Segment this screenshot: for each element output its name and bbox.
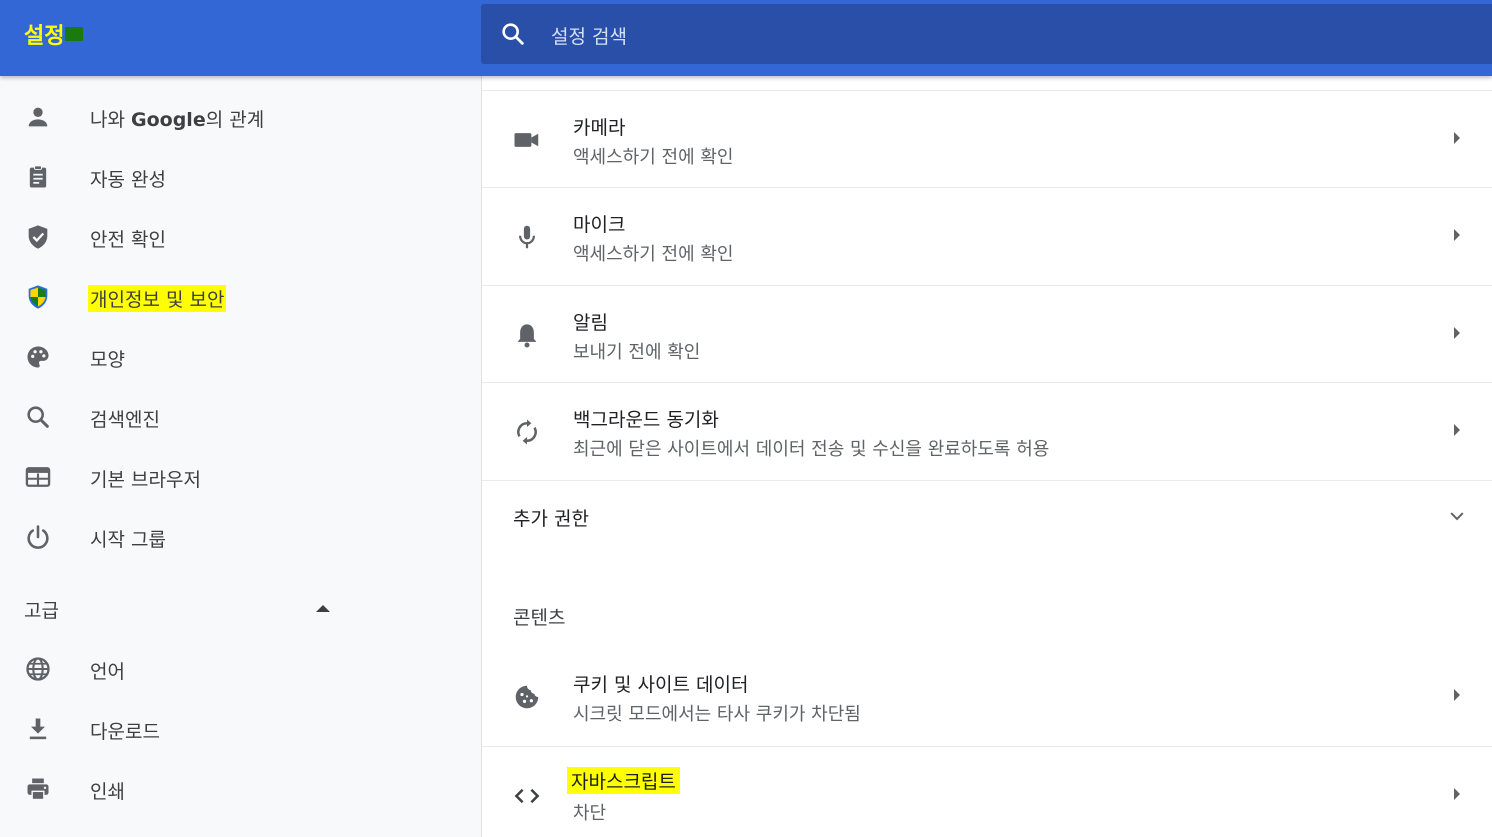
permission-row-background-sync[interactable]: 백그라운드 동기화 최근에 닫은 사이트에서 데이터 전송 및 수신을 완료하도… [482, 382, 1492, 479]
arrow-right-icon[interactable] [1454, 788, 1460, 800]
row-subtitle: 차단 [573, 803, 607, 824]
sync-icon [517, 419, 537, 445]
code-icon [514, 788, 540, 804]
row-title: 자바스크립트 [567, 767, 680, 794]
row-title: 카메라 [573, 117, 626, 139]
sidebar-item-label: 검색엔진 [90, 409, 160, 431]
sidebar-item-appearance[interactable]: 모양 [0, 329, 480, 385]
row-title: 알림 [573, 312, 608, 334]
row-title: 쿠키 및 사이트 데이터 [573, 674, 749, 696]
permission-row-notifications[interactable]: 알림 보내기 전에 확인 [482, 285, 1492, 382]
content-section-heading: 콘텐츠 [513, 607, 566, 629]
sidebar-item-label: 모양 [90, 349, 125, 371]
bell-icon [517, 324, 537, 348]
sidebar-item-you-and-google[interactable]: 나와 Google의 관계 [0, 89, 480, 145]
sidebar-item-label: 언어 [90, 661, 125, 683]
shield-check-icon [28, 225, 48, 249]
search-icon [502, 23, 524, 45]
content-row-javascript[interactable]: 자바스크립트 차단 [482, 746, 1492, 837]
extra-permissions-label: 추가 권한 [513, 508, 589, 530]
download-icon [29, 718, 47, 740]
sidebar-item-autofill[interactable]: 자동 완성 [0, 149, 480, 205]
sidebar-item-downloads[interactable]: 다운로드 [0, 701, 480, 757]
microphone-icon [519, 225, 535, 249]
row-subtitle: 시크릿 모드에서는 타사 쿠키가 차단됨 [573, 704, 861, 725]
shield-privacy-icon [28, 285, 48, 309]
cookie-icon [515, 685, 539, 709]
arrow-right-icon[interactable] [1454, 424, 1460, 436]
sidebar-item-safety-check[interactable]: 안전 확인 [0, 209, 480, 265]
search-input[interactable]: 설정 검색 [481, 4, 1492, 64]
row-title: 백그라운드 동기화 [573, 409, 719, 431]
person-icon [28, 107, 48, 127]
arrow-right-icon[interactable] [1454, 327, 1460, 339]
camera-icon [514, 133, 539, 147]
row-subtitle: 액세스하기 전에 확인 [573, 244, 734, 265]
sidebar-item-languages[interactable]: 언어 [0, 641, 480, 697]
arrow-right-icon[interactable] [1454, 229, 1460, 241]
sidebar-item-label: 기본 브라우저 [90, 469, 201, 491]
app-header: 설정 설정 검색 [0, 0, 1492, 76]
page-title-text: 설정 [24, 24, 65, 49]
sidebar-item-search-engine[interactable]: 검색엔진 [0, 389, 480, 445]
permission-row-microphone[interactable]: 마이크 액세스하기 전에 확인 [482, 187, 1492, 284]
content-row-cookies[interactable]: 쿠키 및 사이트 데이터 시크릿 모드에서는 타사 쿠키가 차단됨 [482, 648, 1492, 745]
sidebar-item-label: 안전 확인 [90, 229, 166, 251]
arrow-right-icon[interactable] [1454, 689, 1460, 701]
sidebar-item-on-startup[interactable]: 시작 그룹 [0, 509, 480, 565]
printer-icon [27, 778, 49, 801]
chevron-down-icon[interactable] [1447, 506, 1467, 526]
sidebar-item-label: 자동 완성 [90, 169, 166, 191]
row-subtitle: 액세스하기 전에 확인 [573, 147, 734, 168]
extra-permissions-row[interactable] [482, 480, 1492, 578]
sidebar-item-label: 인쇄 [90, 781, 125, 803]
browser-icon [25, 467, 51, 487]
power-icon [27, 525, 49, 549]
search-placeholder: 설정 검색 [551, 26, 627, 48]
page-title: 설정 [24, 20, 84, 49]
search-icon [27, 406, 49, 428]
globe-icon [26, 657, 50, 681]
sidebar-item-label: 다운로드 [90, 721, 160, 743]
sidebar: 나와 Google의 관계 자동 완성 안전 확인 개인정보 및 보안 모양 검… [0, 76, 480, 837]
row-title: 마이크 [573, 214, 626, 236]
row-subtitle: 보내기 전에 확인 [573, 342, 701, 363]
palette-icon [27, 346, 49, 368]
sidebar-item-label: 나와 Google의 관계 [90, 109, 265, 131]
advanced-section-label: 고급 [24, 600, 59, 622]
arrow-right-icon[interactable] [1454, 132, 1460, 144]
title-marker [65, 27, 84, 41]
sidebar-item-privacy-security[interactable]: 개인정보 및 보안 [0, 269, 480, 325]
permission-row-camera[interactable]: 카메라 액세스하기 전에 확인 [482, 90, 1492, 187]
main-content: 카메라 액세스하기 전에 확인 마이크 액세스하기 전에 확인 알림 보내기 전… [481, 76, 1492, 837]
sidebar-item-label: 개인정보 및 보안 [88, 285, 227, 312]
sidebar-item-label: 시작 그룹 [90, 529, 166, 551]
collapse-arrow-icon[interactable] [316, 605, 330, 612]
sidebar-item-default-browser[interactable]: 기본 브라우저 [0, 449, 480, 505]
row-subtitle: 최근에 닫은 사이트에서 데이터 전송 및 수신을 완료하도록 허용 [573, 439, 1050, 460]
sidebar-item-printing[interactable]: 인쇄 [0, 761, 480, 817]
clipboard-icon [29, 165, 47, 188]
